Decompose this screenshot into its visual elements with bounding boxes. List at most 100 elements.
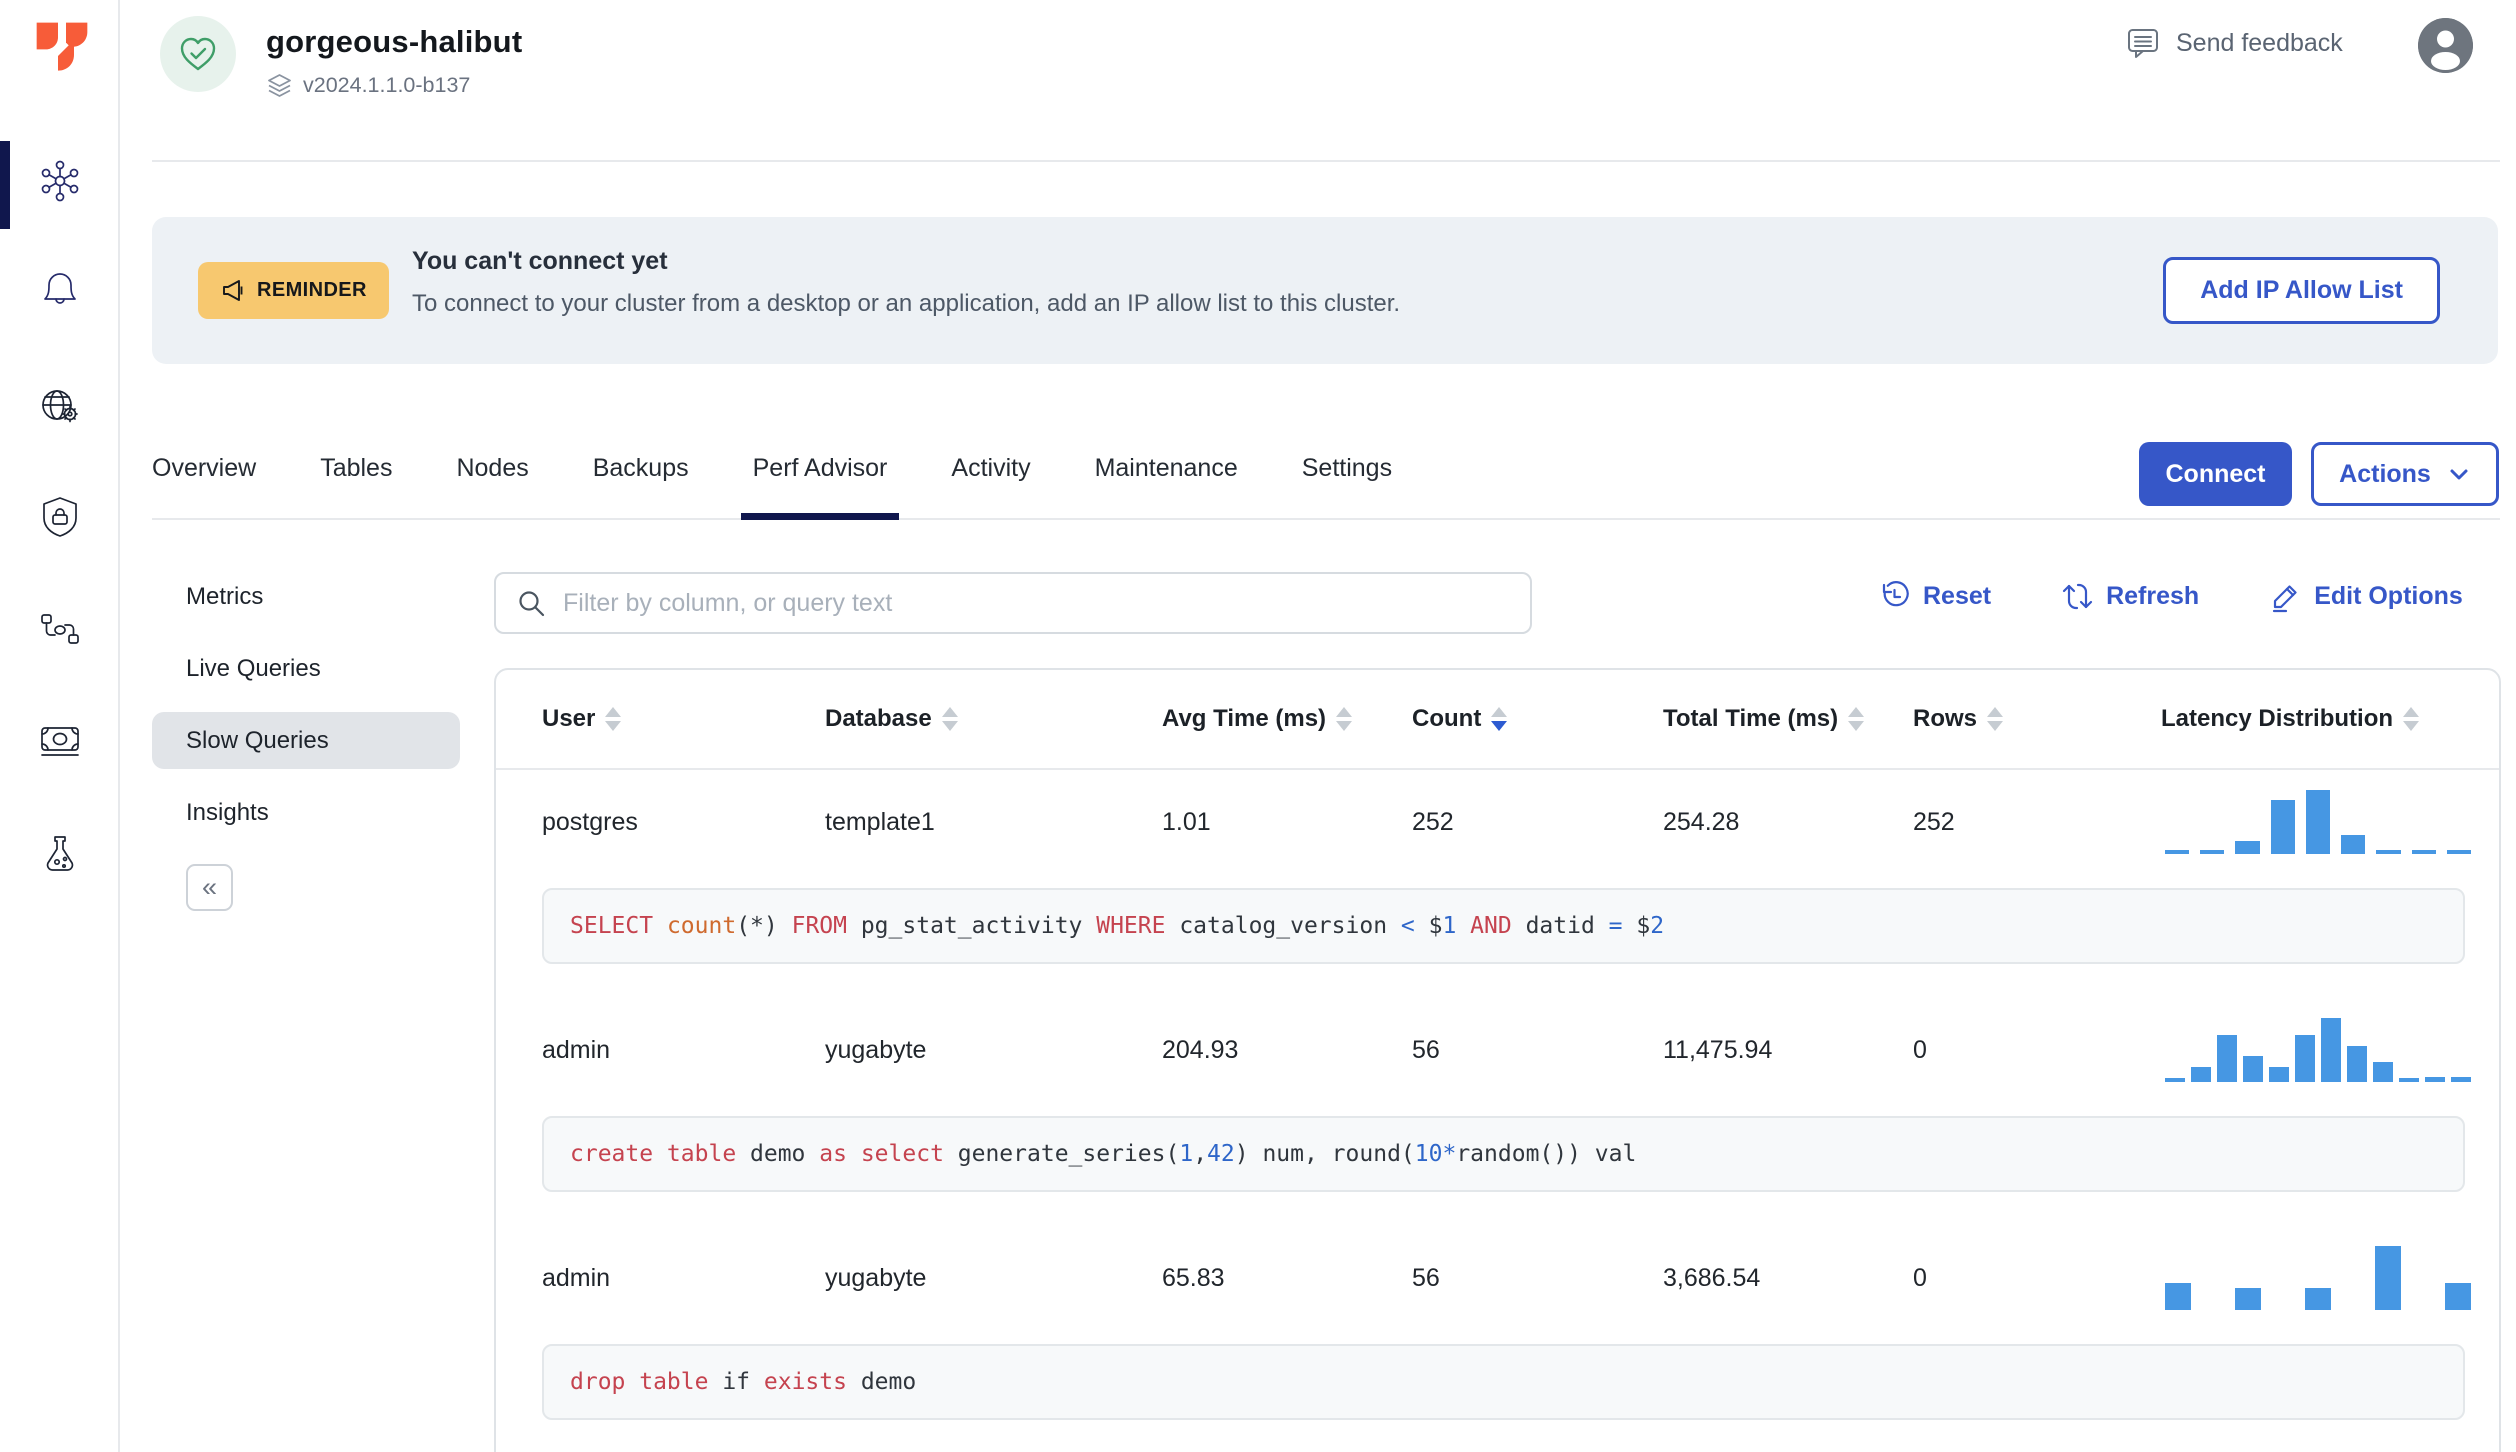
column-header-user[interactable]: User xyxy=(542,705,825,733)
tab-backups[interactable]: Backups xyxy=(593,438,689,518)
cell-avg-time: 204.93 xyxy=(1162,1035,1239,1064)
table-row[interactable]: admin yugabyte 65.83 56 3,686.54 0 xyxy=(496,1226,2499,1330)
search-icon xyxy=(519,590,545,616)
subnav-item-insights[interactable]: Insights xyxy=(152,784,460,841)
yugabyte-logo[interactable] xyxy=(30,16,94,80)
column-label: Avg Time (ms) xyxy=(1162,705,1327,732)
column-header-total-time-ms-[interactable]: Total Time (ms) xyxy=(1663,705,1913,733)
sql-token: WHERE xyxy=(1096,913,1166,939)
column-header-database[interactable]: Database xyxy=(825,705,1162,733)
page-title: gorgeous-halibut xyxy=(266,24,523,59)
sql-token: * xyxy=(1442,1141,1457,1167)
sql-token: , xyxy=(1193,1141,1208,1167)
connect-button[interactable]: Connect xyxy=(2139,442,2292,506)
sidebar-item-network globe-gear-icon[interactable] xyxy=(37,383,83,429)
add-ip-allow-list-button[interactable]: Add IP Allow List xyxy=(2163,257,2440,324)
latency-histogram xyxy=(2165,1246,2471,1310)
histogram-bar xyxy=(2321,1018,2341,1082)
column-header-count[interactable]: Count xyxy=(1412,705,1663,733)
sort-icon xyxy=(1848,707,1865,731)
megaphone-icon xyxy=(223,280,243,301)
histogram-bar xyxy=(2341,835,2366,854)
histogram-bar xyxy=(2446,850,2471,854)
cell-count: 56 xyxy=(1412,1035,1440,1064)
sql-token: = xyxy=(1608,913,1623,939)
edit-options-button[interactable]: Edit Options xyxy=(2269,580,2463,613)
column-header-rows[interactable]: Rows xyxy=(1913,705,2161,733)
table-row[interactable]: postgres template1 1.01 252 254.28 252 xyxy=(496,770,2499,874)
histogram-bar xyxy=(2200,850,2225,854)
tab-nodes[interactable]: Nodes xyxy=(456,438,528,518)
tab-maintenance[interactable]: Maintenance xyxy=(1095,438,1238,518)
sort-up-triangle xyxy=(605,707,622,717)
sql-token: exists xyxy=(763,1369,847,1395)
sql-token: 42 xyxy=(1207,1141,1235,1167)
pencil-icon xyxy=(2273,585,2297,613)
histogram-bar xyxy=(2411,850,2436,854)
refresh-button[interactable]: Refresh xyxy=(2061,580,2199,613)
sidebar-item-labs flask-icon[interactable] xyxy=(37,831,83,877)
cell-latency xyxy=(2161,1246,2499,1310)
histogram-bar xyxy=(2399,1077,2419,1082)
tab-perf-advisor[interactable]: Perf Advisor xyxy=(740,438,900,520)
sql-token: catalog_version xyxy=(1165,913,1401,939)
sort-icon xyxy=(2403,707,2420,731)
refresh-label: Refresh xyxy=(2106,582,2200,610)
filter-input[interactable] xyxy=(563,588,1510,618)
cell-latency xyxy=(2161,1018,2499,1082)
histogram-bar xyxy=(2191,1066,2211,1082)
histogram-bar xyxy=(2373,1061,2393,1082)
subnav-item-slow-queries[interactable]: Slow Queries xyxy=(152,712,460,769)
sidebar-item-security shield-lock-icon[interactable] xyxy=(37,494,83,540)
histogram-bar xyxy=(2376,849,2401,854)
cell-database: template1 xyxy=(825,807,935,836)
histogram-bar xyxy=(2243,1055,2263,1082)
table-toolbar: Reset Refresh Edit Options xyxy=(1878,580,2463,613)
chat-icon xyxy=(2128,29,2158,58)
cell-avg-time: 65.83 xyxy=(1162,1263,1225,1292)
tab-overview[interactable]: Overview xyxy=(152,438,256,518)
column-label: Latency Distribution xyxy=(2161,705,2394,732)
sql-token: SELECT xyxy=(570,913,654,939)
latency-histogram xyxy=(2165,790,2471,854)
filter-input-wrapper xyxy=(494,572,1532,634)
send-feedback-label: Send feedback xyxy=(2176,28,2343,57)
reset-button[interactable]: Reset xyxy=(1878,580,1991,613)
sort-icon xyxy=(1491,707,1508,731)
tab-tables[interactable]: Tables xyxy=(320,438,392,518)
sidebar-item-integrations integrations-icon[interactable] xyxy=(37,606,83,652)
subnav-item-metrics[interactable]: Metrics xyxy=(152,568,460,625)
sql-token: select xyxy=(860,1141,944,1167)
sort-up-triangle xyxy=(1491,707,1508,717)
cell-total-time: 11,475.94 xyxy=(1663,1035,1773,1064)
actions-dropdown-button[interactable]: Actions xyxy=(2311,442,2499,506)
sort-icon xyxy=(941,707,958,731)
sidebar-item-clusters cluster-hub-icon[interactable] xyxy=(37,158,83,204)
column-header-avg-time-ms-[interactable]: Avg Time (ms) xyxy=(1162,705,1412,733)
histogram-bar xyxy=(2445,1283,2471,1310)
sidebar-item-alerts bell-icon[interactable] xyxy=(37,266,83,312)
cell-total-time: 254.28 xyxy=(1663,807,1740,836)
subnav-item-live-queries[interactable]: Live Queries xyxy=(152,640,460,697)
user-avatar person-icon[interactable] xyxy=(2418,18,2473,73)
cell-database: yugabyte xyxy=(825,1035,927,1064)
send-feedback-button[interactable]: Send feedback xyxy=(2124,24,2343,62)
sql-token: if xyxy=(708,1369,764,1395)
tab-settings[interactable]: Settings xyxy=(1302,438,1392,518)
cluster-health-badge heart-check-icon xyxy=(160,16,236,92)
histogram-bar xyxy=(2235,1288,2261,1310)
sidebar-item-billing billing-icon[interactable] xyxy=(37,717,83,763)
tab-activity[interactable]: Activity xyxy=(951,438,1030,518)
sql-token: drop table xyxy=(570,1369,709,1395)
column-header-latency-distribution[interactable]: Latency Distribution xyxy=(2161,705,2499,733)
collapse-sidenav-button chevrons-left-icon[interactable]: « xyxy=(186,864,233,911)
histogram-bar xyxy=(2375,1246,2401,1310)
sql-token: < xyxy=(1400,913,1415,939)
sql-token: ) num, round( xyxy=(1234,1141,1415,1167)
sql-token: pg_stat_activity xyxy=(846,913,1097,939)
sort-up-triangle xyxy=(2403,707,2420,717)
table-row[interactable]: admin yugabyte 204.93 56 11,475.94 0 xyxy=(496,998,2499,1102)
cell-latency xyxy=(2161,790,2499,854)
